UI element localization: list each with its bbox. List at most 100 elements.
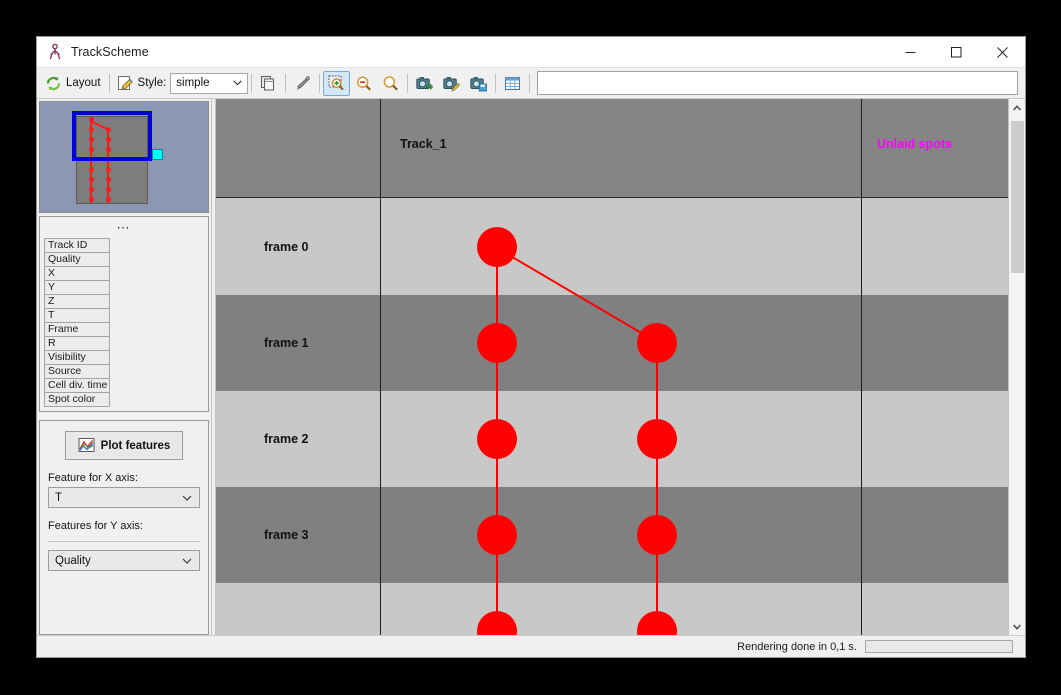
toolbar-separator	[495, 73, 497, 93]
frame-row-label: frame 1	[264, 336, 309, 350]
feature-list: Track ID Quality X Y Z T Frame R Visibil…	[40, 238, 208, 407]
scroll-up-icon[interactable]	[1009, 99, 1026, 116]
feature-list-panel: ⋯ Track ID Quality X Y Z T Frame R Visib…	[39, 216, 209, 412]
feature-item-spot-color[interactable]: Spot color	[44, 392, 110, 407]
magnifier-icon	[382, 75, 399, 92]
feature-item-cell-div-time[interactable]: Cell div. time	[44, 378, 110, 393]
frame-row[interactable]	[216, 583, 1008, 635]
plot-chart-icon	[78, 437, 95, 454]
toolbar-separator	[407, 73, 409, 93]
paintbrush-icon	[294, 75, 311, 92]
column-divider	[861, 99, 862, 197]
trackscheme-canvas[interactable]: frame 0 frame 1 frame 2 frame 3 Track_1 …	[216, 99, 1008, 635]
chevron-down-icon	[182, 493, 196, 503]
zoom-reset-button[interactable]	[377, 71, 404, 96]
feature-item-z[interactable]: Z	[44, 294, 110, 309]
feature-ellipsis: ⋯	[116, 220, 132, 235]
layout-button[interactable]: Layout	[40, 71, 106, 96]
camera-export-icon	[416, 75, 434, 92]
capture-edit-button[interactable]	[438, 71, 465, 96]
chevron-down-icon	[182, 556, 196, 566]
zoom-in-button[interactable]	[323, 70, 351, 96]
minimize-button[interactable]	[887, 37, 933, 67]
column-header-row: Track_1 Unlaid spots	[216, 99, 1008, 198]
duplicate-view-button[interactable]	[255, 71, 282, 96]
status-bar: Rendering done in 0,1 s.	[37, 635, 1025, 657]
scroll-down-icon[interactable]	[1009, 618, 1026, 635]
y-axis-section: Quality	[48, 541, 200, 571]
feature-item-t[interactable]: T	[44, 308, 110, 323]
x-axis-value: T	[55, 491, 63, 504]
y-axis-value: Quality	[55, 554, 91, 567]
plot-features-label: Plot features	[100, 439, 171, 452]
thick-edges-button[interactable]	[289, 71, 316, 96]
edit-pencil-icon	[117, 75, 134, 92]
toolbar: Layout Style: simple	[37, 68, 1025, 99]
toolbar-separator	[285, 73, 287, 93]
layout-label: Layout	[66, 77, 101, 89]
minimap-overview[interactable]	[39, 101, 209, 213]
feature-item-visibility[interactable]: Visibility	[44, 350, 110, 365]
status-message: Rendering done in 0,1 s.	[737, 640, 857, 653]
feature-item-source[interactable]: Source	[44, 364, 110, 379]
toolbar-separator	[319, 73, 321, 93]
vertical-scrollbar[interactable]	[1008, 99, 1025, 635]
column-divider	[380, 99, 381, 197]
frame-row[interactable]: frame 2	[216, 391, 1008, 487]
toolbar-separator	[529, 73, 531, 93]
feature-item-x[interactable]: X	[44, 266, 110, 281]
progress-bar	[865, 640, 1013, 653]
zoom-out-icon	[355, 75, 372, 92]
style-group: Style:	[113, 71, 171, 96]
toolbar-separator	[108, 73, 110, 93]
trackscheme-icon	[45, 42, 65, 62]
capture-export-button[interactable]	[411, 71, 438, 96]
toolbar-separator	[251, 73, 253, 93]
table-icon	[504, 75, 521, 92]
minimap-viewport[interactable]	[72, 111, 152, 161]
style-select[interactable]: simple	[170, 72, 249, 94]
frame-row[interactable]: frame 3	[216, 487, 1008, 583]
table-view-button[interactable]	[499, 71, 526, 96]
frame-row[interactable]: frame 1	[216, 295, 1008, 391]
x-axis-label: Feature for X axis:	[48, 472, 138, 484]
window-controls	[887, 37, 1025, 67]
duplicate-windows-icon	[260, 75, 277, 92]
y-axis-label: Features for Y axis:	[48, 520, 143, 532]
style-select-value: simple	[176, 77, 210, 89]
scroll-thumb[interactable]	[1011, 121, 1024, 273]
camera-edit-icon	[443, 75, 461, 92]
title-bar: TrackScheme	[37, 37, 1025, 68]
frame-row-label: frame 3	[264, 528, 309, 542]
search-input[interactable]	[537, 71, 1018, 95]
unlaid-spots-header[interactable]: Unlaid spots	[877, 137, 952, 151]
feature-item-quality[interactable]: Quality	[44, 252, 110, 267]
track-column-header[interactable]: Track_1	[400, 137, 447, 151]
capture-save-button[interactable]	[465, 71, 492, 96]
y-axis-select[interactable]: Quality	[48, 550, 200, 571]
zoom-out-button[interactable]	[350, 71, 377, 96]
feature-item-frame[interactable]: Frame	[44, 322, 110, 337]
refresh-icon	[45, 75, 62, 92]
feature-item-y[interactable]: Y	[44, 280, 110, 295]
window-title: TrackScheme	[71, 45, 149, 59]
maximize-button[interactable]	[933, 37, 979, 67]
x-axis-select[interactable]: T	[48, 487, 200, 508]
feature-item-track-id[interactable]: Track ID	[44, 238, 110, 253]
chevron-down-icon	[233, 78, 245, 88]
graph-area: frame 0 frame 1 frame 2 frame 3 Track_1 …	[216, 99, 1025, 635]
resize-handle[interactable]	[152, 149, 163, 160]
plot-panel: Plot features Feature for X axis: T Feat…	[39, 420, 209, 635]
frame-row-label: frame 0	[264, 240, 309, 254]
camera-save-icon	[470, 75, 488, 92]
style-label: Style:	[137, 77, 167, 89]
frame-row[interactable]: frame 0	[216, 199, 1008, 295]
close-button[interactable]	[979, 37, 1025, 67]
zoom-in-icon	[328, 75, 345, 92]
frame-row-label: frame 2	[264, 432, 309, 446]
feature-item-r[interactable]: R	[44, 336, 110, 351]
sidebar: ⋯ Track ID Quality X Y Z T Frame R Visib…	[37, 99, 211, 635]
plot-features-button[interactable]: Plot features	[64, 431, 184, 460]
main-body: ⋯ Track ID Quality X Y Z T Frame R Visib…	[37, 99, 1025, 635]
trackscheme-window: TrackScheme Layout Style: simple ⋯ Track…	[36, 36, 1026, 658]
